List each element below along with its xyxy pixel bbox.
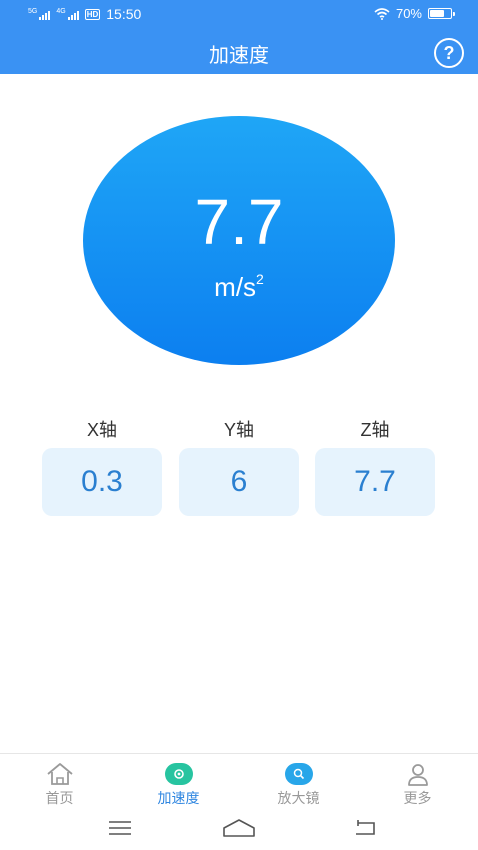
acceleration-value: 7.7 bbox=[194, 186, 284, 258]
menu-icon[interactable] bbox=[100, 816, 140, 840]
acceleration-circle: 7.7 m/s2 bbox=[83, 116, 395, 365]
nav-home-label: 首页 bbox=[45, 790, 74, 806]
y-axis-label: Y轴 bbox=[223, 420, 254, 440]
x-axis-value: 0.3 bbox=[42, 448, 162, 516]
z-axis-value: 7.7 bbox=[315, 448, 435, 516]
hd-badge: HD bbox=[84, 8, 101, 20]
system-nav-bar bbox=[0, 808, 478, 850]
status-bar: 5G 4G HD 15:50 70% bbox=[0, 0, 478, 30]
home-icon bbox=[45, 762, 75, 786]
unit-base: m/s bbox=[214, 272, 257, 302]
nav-accel-label: 加速度 bbox=[157, 790, 200, 806]
z-axis-label: Z轴 bbox=[360, 420, 390, 440]
page-title: 加速度 bbox=[209, 45, 269, 67]
net1-label: 5G bbox=[28, 8, 38, 15]
status-right: 70% bbox=[374, 6, 455, 21]
signal-4g-icon: 4G bbox=[56, 8, 79, 20]
nav-accel[interactable]: 加速度 bbox=[119, 762, 238, 808]
y-axis-value: 6 bbox=[179, 448, 299, 516]
battery-percent: 70% bbox=[395, 6, 422, 21]
unit-exponent: 2 bbox=[256, 271, 264, 287]
net2-label: 4G bbox=[56, 8, 66, 15]
nav-home[interactable]: 首页 bbox=[0, 762, 119, 808]
bottom-nav: 首页 加速度 放大镜 更多 bbox=[0, 753, 478, 808]
magnifier-icon bbox=[284, 762, 314, 786]
status-left: 5G 4G HD 15:50 bbox=[28, 6, 141, 22]
home-button-icon[interactable] bbox=[219, 816, 259, 840]
signal-5g-icon: 5G bbox=[28, 8, 51, 20]
nav-more[interactable]: 更多 bbox=[358, 762, 477, 808]
nav-magnifier-label: 放大镜 bbox=[277, 790, 320, 806]
nav-more-label: 更多 bbox=[403, 790, 432, 806]
nav-magnifier[interactable]: 放大镜 bbox=[239, 762, 358, 808]
clock: 15:50 bbox=[106, 6, 142, 22]
user-icon bbox=[403, 762, 433, 786]
title-bar: 加速度 ? bbox=[0, 30, 478, 74]
accel-icon bbox=[164, 762, 194, 786]
wifi-icon bbox=[374, 7, 390, 20]
acceleration-unit: m/s2 bbox=[83, 264, 395, 302]
x-axis-label: X轴 bbox=[86, 420, 117, 440]
battery-icon bbox=[428, 8, 455, 19]
back-icon[interactable] bbox=[345, 816, 385, 840]
help-button[interactable]: ? bbox=[434, 38, 464, 68]
